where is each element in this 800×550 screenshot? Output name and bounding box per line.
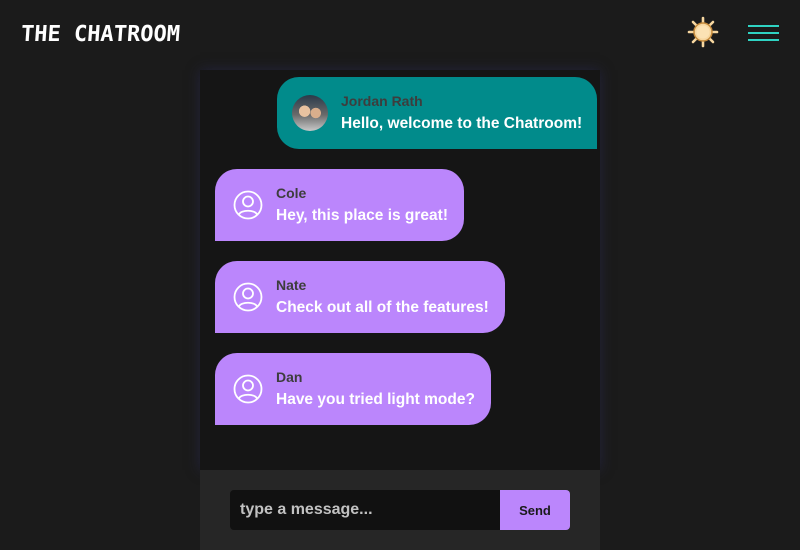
user-photo-avatar: [292, 95, 328, 131]
message-text: Hey, this place is great!: [276, 207, 448, 224]
message-author: Cole: [276, 185, 307, 201]
app-title: THE CHATROOM: [20, 22, 181, 47]
send-button[interactable]: Send: [500, 490, 570, 530]
message-text: Hello, welcome to the Chatroom!: [341, 115, 583, 132]
message-text: Have you tried light mode?: [276, 391, 475, 408]
chat-messages-panel[interactable]: Jordan Rath Hello, welcome to the Chatro…: [200, 70, 600, 470]
message-author: Dan: [276, 369, 303, 385]
hamburger-menu-icon[interactable]: [748, 22, 780, 44]
message-composer: Send: [200, 470, 600, 550]
theme-toggle-button[interactable]: [686, 15, 720, 49]
sun-icon: [687, 16, 719, 48]
user-circle-icon: [233, 374, 263, 404]
message-author: Nate: [276, 277, 307, 293]
message-bubble-self: Jordan Rath Hello, welcome to the Chatro…: [277, 77, 598, 149]
menu-line: [748, 32, 779, 34]
message-bubble: Cole Hey, this place is great!: [215, 169, 464, 241]
top-bar: THE CHATROOM: [0, 0, 800, 70]
message-bubble: Nate Check out all of the features!: [215, 261, 505, 333]
message-bubble: Dan Have you tried light mode?: [215, 353, 491, 425]
menu-line: [748, 25, 779, 27]
message-text: Check out all of the features!: [276, 299, 489, 316]
message-input[interactable]: [230, 490, 500, 530]
user-circle-icon: [233, 190, 263, 220]
menu-line: [748, 39, 779, 41]
message-author: Jordan Rath: [341, 93, 423, 109]
user-circle-icon: [233, 282, 263, 312]
